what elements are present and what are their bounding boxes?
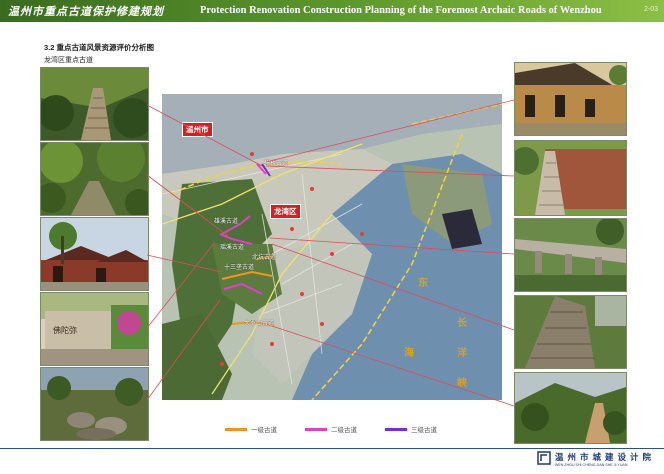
road-label-4: 十三垄古道 — [224, 265, 255, 271]
photo-left-2-forest-path — [40, 142, 149, 216]
legend-swatch-level2 — [305, 428, 327, 431]
road-label-5: 北坑古道 — [252, 255, 277, 261]
road-label-3: 瑶溪古道 — [220, 245, 245, 251]
photo-left-3-temple — [40, 217, 149, 291]
map-panel: 温州市 龙湾区 碧桥古道 雄溪古道 瑶溪古道 十三垄古道 北坑古道 大罗山古道 … — [162, 94, 502, 400]
sea-char-5: 峡 — [457, 378, 467, 389]
sea-char-2: 海 — [404, 348, 414, 359]
photo-right-5-mountain-path — [514, 372, 627, 444]
legend-swatch-level1 — [225, 428, 247, 431]
map-tag-wenzhou: 温州市 — [182, 122, 213, 137]
footer-org-pinyin: WEN ZHOU SHI CHENG JIAN SHE JI YUAN — [555, 463, 628, 467]
photo-left-1-forest-steps — [40, 67, 149, 141]
legend-swatch-level3 — [385, 428, 407, 431]
legend-label-level2: 二级古道 — [331, 427, 357, 434]
page-number: 2-03 — [643, 6, 658, 13]
photo-right-1-old-house — [514, 62, 627, 136]
sea-char-4: 洋 — [457, 348, 467, 359]
road-label-6: 大罗山古道 — [244, 321, 275, 327]
photo-left-5-rocky-trail — [40, 367, 149, 441]
section-title: 3.2 重点古道风景资源评价分析图 — [44, 43, 155, 52]
photo-right-3-stone-bridge — [514, 218, 627, 292]
photo-right-2-stone-stairs — [514, 140, 627, 216]
institute-logo-icon — [537, 451, 551, 465]
map-tag-longwan: 龙湾区 — [270, 204, 301, 219]
sea-char-3: 长 — [457, 318, 467, 329]
sea-char-1: 东 — [418, 278, 428, 289]
road-label-2: 雄溪古道 — [214, 219, 239, 225]
map-legend: 一级古道 二级古道 三级古道 — [225, 424, 465, 436]
map-base-svg — [162, 94, 502, 400]
legend-label-level3: 三级古道 — [411, 427, 437, 434]
legend-label-level1: 一级古道 — [251, 427, 277, 434]
title-english: Protection Renovation Construction Plann… — [200, 5, 602, 16]
road-label-1: 碧桥古道 — [264, 161, 289, 167]
photo-left-4-stone-gate: 佛陀弥 — [40, 292, 149, 366]
svg-text:佛陀弥: 佛陀弥 — [53, 325, 77, 335]
header-bar: 温州市重点古道保护修建规划 Protection Renovation Cons… — [0, 0, 664, 22]
footer-org-chinese: 温州市城建设计院 — [555, 452, 656, 462]
photo-right-4-stone-path — [514, 295, 627, 369]
title-chinese: 温州市重点古道保护修建规划 — [8, 5, 164, 18]
section-subtitle: 龙湾区重点古道 — [44, 57, 93, 64]
footer-rule — [0, 448, 664, 449]
